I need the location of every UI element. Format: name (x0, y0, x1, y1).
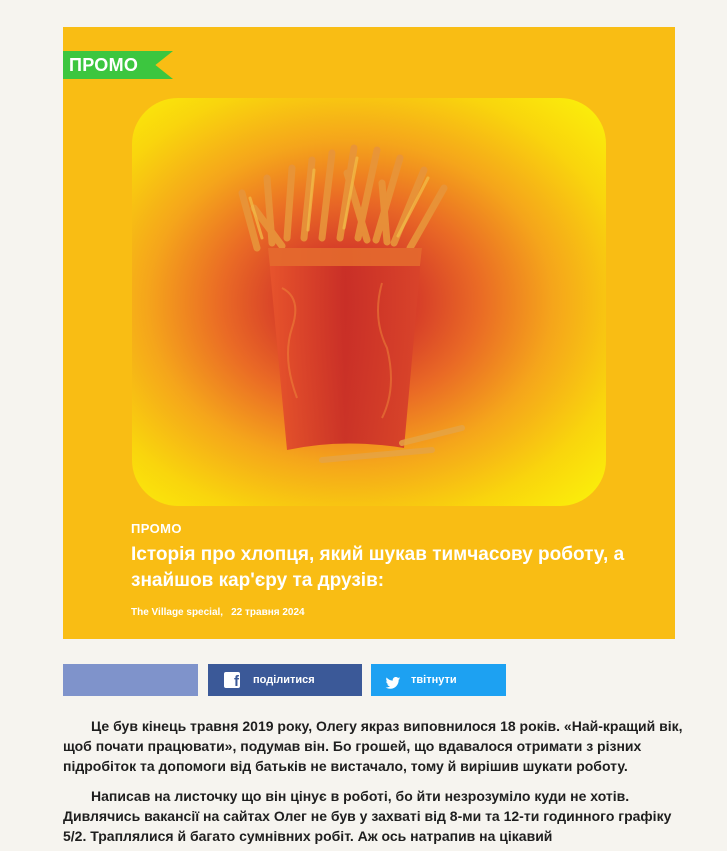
article-paragraph: Це був кінець травня 2019 року, Олегу як… (63, 718, 683, 774)
twitter-share-label: твітнути (411, 674, 457, 686)
hero-title[interactable]: Історія про хлопця, який шукав тимчасову… (131, 542, 671, 594)
share-blank-button[interactable] (63, 664, 198, 696)
article-paragraph: Написав на листочку що він цінує в робот… (63, 788, 672, 844)
facebook-share-button[interactable]: f поділитися (208, 664, 362, 696)
fries-icon (238, 144, 465, 463)
promo-hero-card[interactable]: ПРОМО ПРОМО Історія про хлопця, який шук… (63, 27, 675, 639)
facebook-share-label: поділитися (253, 674, 315, 686)
facebook-icon: f (224, 672, 240, 690)
hero-kicker: ПРОМО (131, 521, 182, 536)
twitter-bird-icon (385, 672, 401, 689)
fries-illustration (132, 98, 606, 506)
hero-date: 22 травня 2024 (231, 607, 305, 618)
article-body: Це був кінець травня 2019 року, Олегу як… (63, 716, 688, 851)
promo-flag-badge: ПРОМО (63, 51, 173, 79)
hero-meta: The Village special, 22 травня 2024 (131, 607, 305, 618)
page: ПРОМО ПРОМО Історія про хлопця, який шук… (0, 0, 727, 851)
twitter-share-button[interactable]: твітнути (371, 664, 506, 696)
hero-source: The Village special, (131, 607, 224, 618)
